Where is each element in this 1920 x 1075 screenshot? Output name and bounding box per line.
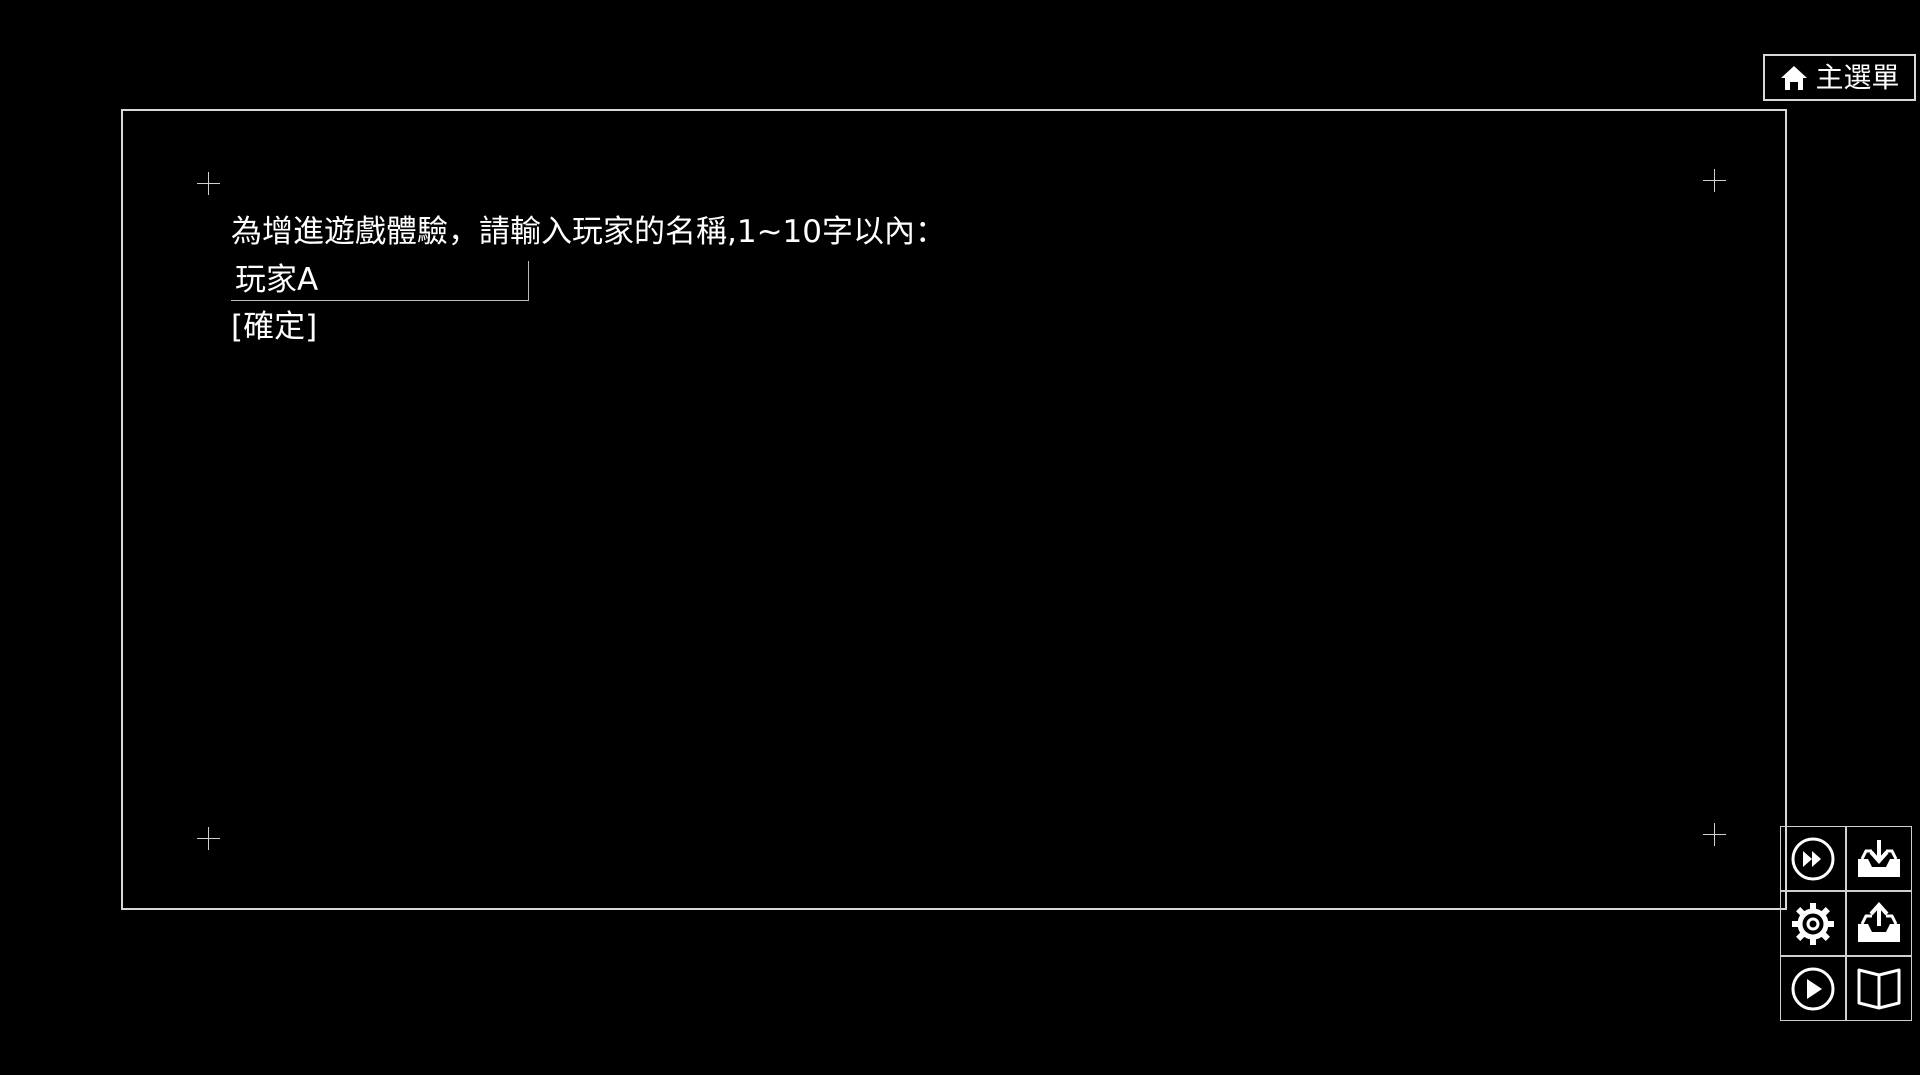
player-name-input[interactable] bbox=[235, 261, 515, 299]
settings-gear-icon bbox=[1792, 902, 1834, 945]
auto-play-button[interactable] bbox=[1780, 956, 1846, 1021]
game-screen: 主選單 為增進遊戲體驗，請輸入玩家的名稱,1~10字以內： [確定] bbox=[0, 0, 1920, 1075]
settings-button[interactable] bbox=[1780, 891, 1846, 956]
name-prompt-text: 為增進遊戲體驗，請輸入玩家的名稱,1~10字以內： bbox=[231, 214, 946, 250]
fast-forward-icon bbox=[1791, 837, 1835, 880]
main-menu-label: 主選單 bbox=[1815, 60, 1900, 94]
save-button[interactable] bbox=[1846, 826, 1912, 891]
corner-mark bbox=[1703, 823, 1726, 846]
player-name-field bbox=[231, 261, 529, 301]
corner-mark bbox=[197, 827, 220, 850]
skip-button[interactable] bbox=[1780, 826, 1846, 891]
corner-mark bbox=[197, 172, 220, 195]
save-icon bbox=[1858, 839, 1900, 877]
load-button[interactable] bbox=[1846, 891, 1912, 956]
name-entry-dialog: 為增進遊戲體驗，請輸入玩家的名稱,1~10字以內： [確定] bbox=[121, 109, 1787, 910]
load-icon bbox=[1858, 901, 1900, 942]
confirm-button[interactable]: [確定] bbox=[231, 307, 317, 347]
main-menu-button[interactable]: 主選單 bbox=[1763, 54, 1916, 101]
quick-toolbar bbox=[1780, 826, 1914, 1022]
corner-mark bbox=[1703, 169, 1726, 192]
home-icon bbox=[1781, 65, 1808, 90]
play-icon bbox=[1791, 967, 1835, 1010]
book-icon bbox=[1857, 968, 1901, 1009]
log-button[interactable] bbox=[1846, 956, 1912, 1021]
